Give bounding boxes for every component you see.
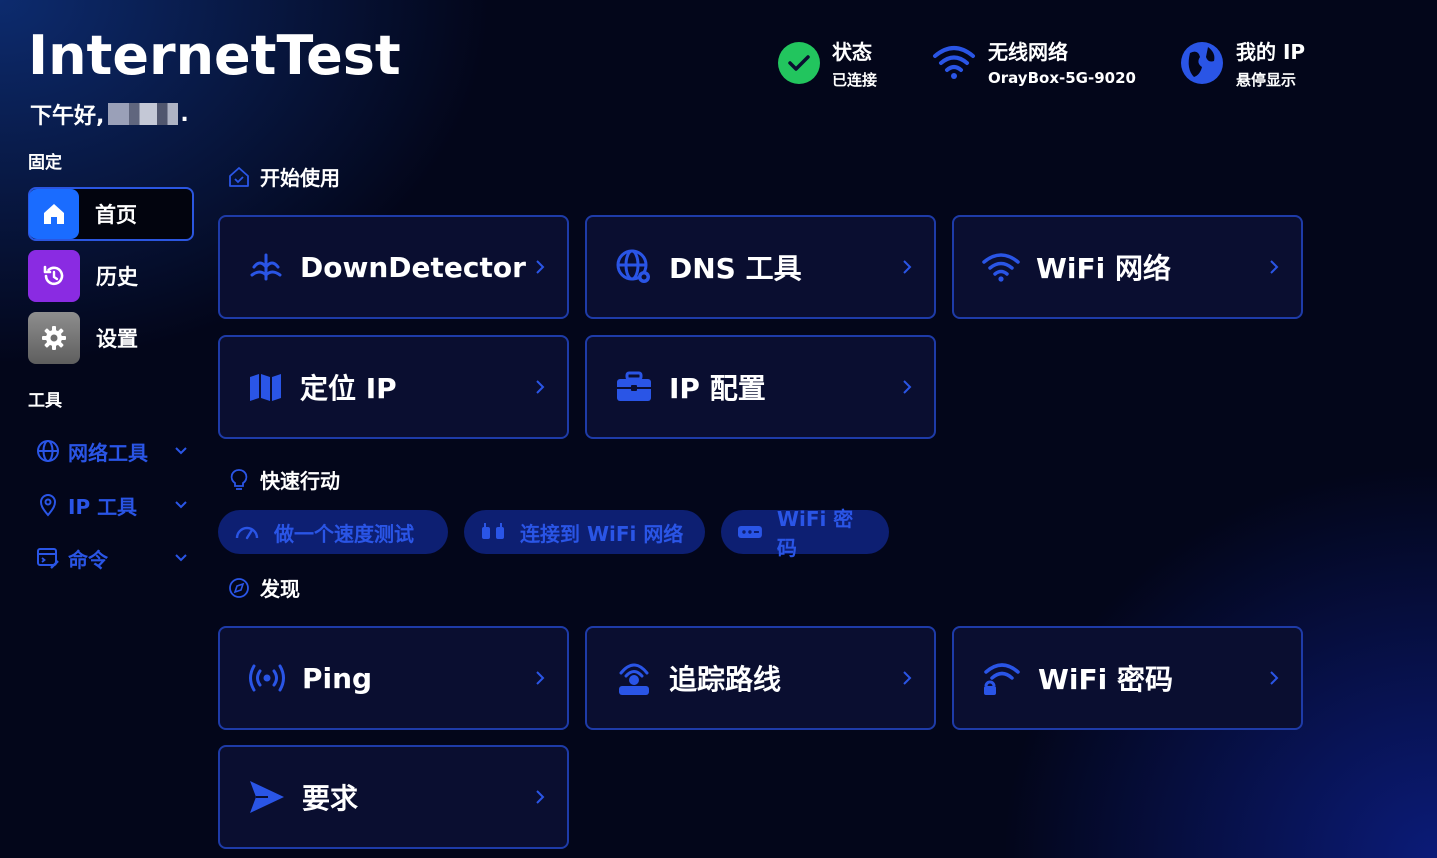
wifi-lock-icon (984, 663, 1020, 695)
tool-label: IP 工具 (68, 494, 138, 519)
plug-icon (482, 523, 504, 539)
nav-label: 历史 (96, 265, 138, 289)
globe-icon (37, 440, 59, 462)
home-icon (29, 189, 79, 239)
card-wifi-networks[interactable]: WiFi 网络 (952, 215, 1303, 319)
chevron-right-icon (1270, 260, 1279, 274)
chevron-down-icon (175, 501, 187, 509)
downdetector-icon (250, 253, 282, 281)
card-label: DownDetector (300, 250, 526, 284)
chevron-down-icon (175, 554, 187, 562)
chevron-right-icon (903, 671, 912, 685)
section-title: 快速行动 (260, 469, 340, 493)
my-ip-title: 我的 IP (1236, 40, 1306, 64)
globe-person-icon (1181, 42, 1223, 84)
card-label: 追踪路线 (669, 663, 782, 696)
nav-label: 设置 (96, 327, 138, 351)
card-label: WiFi 密码 (1038, 663, 1173, 696)
card-ip-config[interactable]: IP 配置 (585, 335, 936, 439)
greeting: 下午好, . (30, 98, 189, 130)
chevron-right-icon (1270, 671, 1279, 685)
tool-label: 命令 (68, 547, 108, 572)
status-wifi: 无线网络 OrayBox-5G-9020 (932, 36, 1136, 87)
gear-icon (28, 312, 80, 364)
section-heading-discover: 发现 (228, 573, 300, 602)
quick-action-connect-wifi[interactable]: 连接到 WiFi 网络 (464, 510, 705, 554)
card-trace-route[interactable]: 追踪路线 (585, 626, 936, 730)
tools-section-label: 工具 (28, 391, 62, 411)
command-icon (37, 548, 59, 569)
home-outline-icon (229, 166, 249, 187)
quick-action-label: WiFi 密码 (776, 507, 854, 560)
greeting-prefix: 下午好, (30, 104, 105, 129)
password-icon (737, 526, 762, 538)
history-icon (28, 250, 80, 302)
card-label: Ping (302, 661, 373, 695)
chevron-down-icon (175, 447, 187, 455)
chevron-right-icon (536, 790, 545, 804)
chevron-right-icon (536, 671, 545, 685)
nav-label: 首页 (95, 203, 137, 227)
chevron-right-icon (536, 260, 545, 274)
chevron-right-icon (903, 260, 912, 274)
redacted-username (108, 103, 179, 125)
nav-item-ip-tools[interactable]: IP 工具 (36, 488, 188, 522)
section-title: 发现 (260, 577, 300, 601)
card-label: 要求 (302, 782, 359, 815)
ping-icon (249, 664, 285, 692)
status-value: 已连接 (832, 71, 878, 89)
card-locate-ip[interactable]: 定位 IP (218, 335, 569, 439)
tool-label: 网络工具 (68, 440, 148, 465)
card-requests[interactable]: 要求 (218, 745, 569, 849)
status-connection: 状态 已连接 (778, 36, 877, 90)
section-heading-get-started: 开始使用 (228, 162, 340, 191)
toolbox-icon (617, 371, 651, 401)
chevron-right-icon (903, 380, 912, 394)
status-my-ip[interactable]: 我的 IP 悬停显示 (1180, 36, 1305, 90)
nav-item-settings[interactable]: 设置 (28, 311, 194, 365)
card-ping[interactable]: Ping (218, 626, 569, 730)
wifi-ssid: OrayBox-5G-9020 (988, 69, 1136, 87)
send-icon (250, 781, 284, 813)
card-label: IP 配置 (669, 372, 766, 405)
card-label: WiFi 网络 (1036, 252, 1171, 285)
card-downdetector[interactable]: DownDetector (218, 215, 569, 319)
section-title: 开始使用 (260, 166, 340, 190)
globe-network-icon (616, 249, 650, 283)
card-label: 定位 IP (300, 372, 397, 405)
my-ip-hint: 悬停显示 (1236, 71, 1297, 89)
card-label: DNS 工具 (669, 252, 802, 285)
pinned-section-label: 固定 (28, 153, 62, 173)
nav-item-network-tools[interactable]: 网络工具 (36, 434, 188, 468)
lightbulb-icon (230, 468, 248, 490)
speedometer-icon (235, 526, 259, 540)
wifi-title: 无线网络 (988, 40, 1068, 64)
greeting-suffix: . (180, 101, 189, 127)
map-icon (250, 374, 281, 401)
card-dns-tools[interactable]: DNS 工具 (585, 215, 936, 319)
nav-item-history[interactable]: 历史 (28, 249, 194, 303)
quick-action-label: 做一个速度测试 (274, 521, 414, 546)
section-heading-quick-actions: 快速行动 (228, 465, 340, 494)
quick-action-label: 连接到 WiFi 网络 (520, 521, 684, 546)
nav-item-commands[interactable]: 命令 (36, 541, 188, 575)
status-title: 状态 (832, 40, 872, 64)
quick-action-wifi-password[interactable]: WiFi 密码 (721, 507, 889, 560)
card-wifi-password[interactable]: WiFi 密码 (952, 626, 1303, 730)
wifi-icon (933, 45, 975, 79)
nav-item-home[interactable]: 首页 (28, 187, 194, 241)
route-icon (619, 663, 649, 695)
app-title: InternetTest (28, 24, 401, 87)
check-circle-icon (778, 42, 820, 84)
compass-icon (229, 577, 249, 598)
chevron-right-icon (536, 380, 545, 394)
wifi-icon (982, 253, 1020, 282)
location-pin-icon (39, 494, 57, 517)
quick-action-speed-test[interactable]: 做一个速度测试 (218, 510, 448, 554)
